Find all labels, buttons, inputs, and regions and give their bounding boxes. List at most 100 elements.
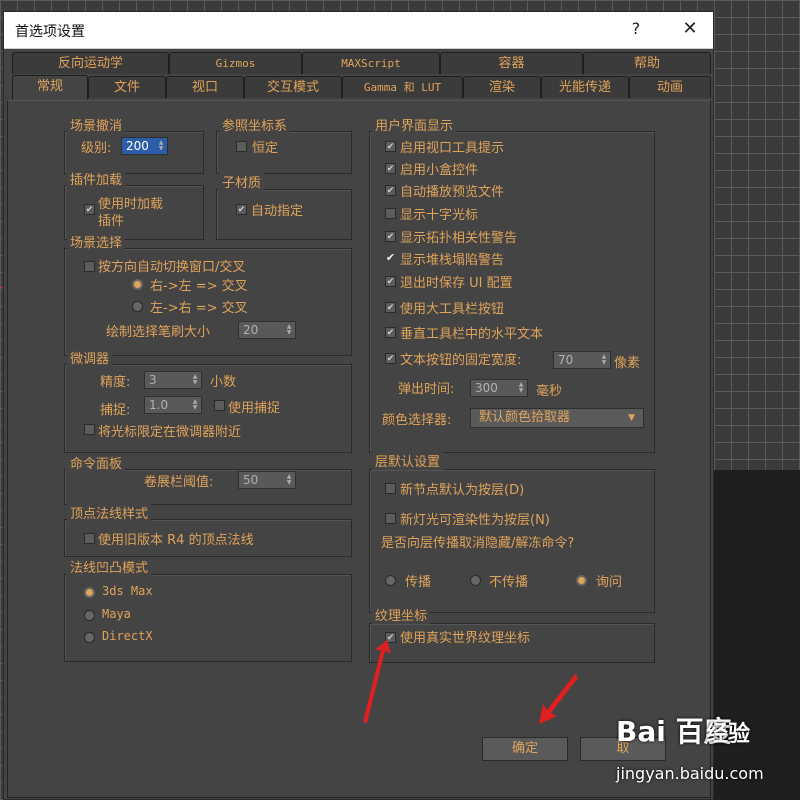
radio-ask[interactable] [576,575,587,586]
dropdown-value: 默认颜色拾取器 [479,410,571,425]
group-ui-display [369,131,655,453]
spinner-value: 200 [126,139,149,153]
radio-directx[interactable] [84,632,95,643]
snap-label: 捕捉: [100,403,131,418]
new-lights-label: 新灯光可渲染性为按层(N) [400,513,550,528]
spinner-arrows-icon: ▲ ▼ [192,398,198,411]
color-picker-dropdown[interactable]: 默认颜色拾取器 ▼ [470,408,644,428]
spinner-value: 1.0 [149,398,169,412]
new-nodes-label: 新节点默认为按层(D) [400,483,525,498]
ok-button[interactable]: 确定 [482,737,568,761]
precision-label: 精度: [100,375,131,390]
snap-spinner[interactable]: 1.0 ▲ ▼ [144,396,202,414]
stack-collapse-warning-checkbox[interactable] [385,253,396,264]
ui-item-label: 使用大工具栏按钮 [400,302,505,317]
ui-item-label: 显示十字光标 [400,208,479,223]
tab-files[interactable]: 文件 [88,76,166,98]
radio-l2r[interactable] [132,301,143,312]
precision-unit: 小数 [210,375,237,390]
spinner-arrows-icon: ▲ ▼ [286,323,292,336]
new-nodes-by-layer-checkbox[interactable] [385,483,396,494]
dont-propagate-label: 不传播 [489,575,529,590]
tab-interaction-mode[interactable]: 交互模式 [244,76,342,98]
auto-switch-checkbox[interactable] [84,261,95,272]
undo-level-label: 级别: [81,141,112,156]
radio-maya[interactable] [84,610,95,621]
horizontal-text-checkbox[interactable] [385,327,396,338]
radio-propagate[interactable] [385,575,396,586]
radio-r2l[interactable] [132,279,143,290]
tab-help[interactable]: 帮助 [583,52,711,74]
tab-ik[interactable]: 反向运动学 [12,52,169,74]
topology-warning-checkbox[interactable] [385,231,396,242]
tab-viewports[interactable]: 视口 [166,76,244,98]
tab-animation[interactable]: 动画 [629,76,711,98]
ui-item-label: 文本按钮的固定宽度: [400,353,522,368]
group-label: 参照坐标系 [219,115,291,134]
auto-assign-checkbox[interactable] [236,204,247,215]
ui-item-label: 显示堆栈塌陷警告 [400,253,505,268]
flyout-time-spinner[interactable]: 300 ▲ ▼ [470,379,528,397]
bump-3dsmax-label: 3ds Max [102,584,153,598]
crosshair-checkbox[interactable] [385,208,396,219]
viewport-tooltips-checkbox[interactable] [385,141,396,152]
propagate-label: 传播 [405,575,432,590]
ui-item-label: 启用视口工具提示 [400,141,505,156]
large-toolbar-checkbox[interactable] [385,302,396,313]
tab-radiosity[interactable]: 光能传递 [541,76,629,98]
group-label: 法线凹凸模式 [67,557,152,576]
group-label: 命令面板 [67,453,126,472]
constant-checkbox[interactable] [236,141,247,152]
fixed-width-checkbox[interactable] [385,353,396,364]
baidu-watermark: Bai 百度 经验 jingyan.baidu.com [612,706,800,800]
spinner-arrows-icon: ▲ ▼ [286,473,292,486]
group-label: 子材质 [219,172,265,191]
bump-directx-label: DirectX [102,629,153,643]
precision-spinner[interactable]: 3 ▲ ▼ [144,371,202,389]
group-label: 顶点法线样式 [67,503,152,522]
gizmo-checkbox[interactable] [385,163,396,174]
wrap-cursor-checkbox[interactable] [84,424,95,435]
radio-dont-propagate[interactable] [470,575,481,586]
tab-gamma-lut[interactable]: Gamma 和 LUT [342,76,463,98]
new-lights-by-layer-checkbox[interactable] [385,513,396,524]
spinner-value: 70 [558,353,574,367]
legacy-normals-label: 使用旧版本 R4 的顶点法线 [98,533,254,548]
real-world-coords-label: 使用真实世界纹理坐标 [400,631,531,646]
use-snap-checkbox[interactable] [214,400,225,411]
spinner-arrows-icon: ▲ ▼ [192,373,198,386]
tab-maxscript[interactable]: MAXScript [302,52,440,74]
radio-3dsmax[interactable] [84,587,95,598]
load-on-use-checkbox[interactable] [84,204,95,215]
spinner-arrows-icon: ▲ ▼ [601,353,607,366]
load-on-use-label-2: 插件 [98,214,125,229]
spinner-value: 300 [475,381,498,395]
wrap-cursor-label: 将光标限定在微调器附近 [98,425,242,440]
bump-maya-label: Maya [102,607,131,621]
annotation-arrow-icon [363,640,391,723]
close-button[interactable]: ✕ [680,18,700,39]
group-label: 用户界面显示 [372,115,457,134]
autoplay-preview-checkbox[interactable] [385,185,396,196]
spinner-arrows-icon: ▲ ▼ [158,139,164,152]
spinner-value: 50 [243,473,259,487]
ui-item-label: 自动播放预览文件 [400,185,505,200]
save-ui-checkbox[interactable] [385,276,396,287]
brush-size-label: 绘制选择笔刷大小 [106,325,211,340]
group-label: 纹理坐标 [372,605,431,624]
rollup-threshold-spinner[interactable]: 50 ▲ ▼ [238,471,296,489]
tab-general[interactable]: 常规 [12,75,88,100]
tab-containers[interactable]: 容器 [440,52,583,74]
undo-level-spinner[interactable]: 200 ▲ ▼ [121,137,168,155]
auto-switch-label: 按方向自动切换窗口/交叉 [98,260,246,275]
ui-item-label: 退出时保存 UI 配置 [400,276,513,291]
l2r-label: 左->右 => 交叉 [150,301,248,316]
brush-size-spinner[interactable]: 20 ▲ ▼ [238,321,296,339]
watermark-url: jingyan.baidu.com [616,764,764,783]
tab-rendering[interactable]: 渲染 [463,76,541,98]
tab-gizmos[interactable]: Gizmos [169,52,302,74]
legacy-normals-checkbox[interactable] [84,533,95,544]
help-button[interactable]: ? [627,19,645,38]
fixed-width-spinner[interactable]: 70 ▲ ▼ [553,351,611,369]
propagate-question: 是否向层传播取消隐藏/解冻命令? [381,536,575,551]
